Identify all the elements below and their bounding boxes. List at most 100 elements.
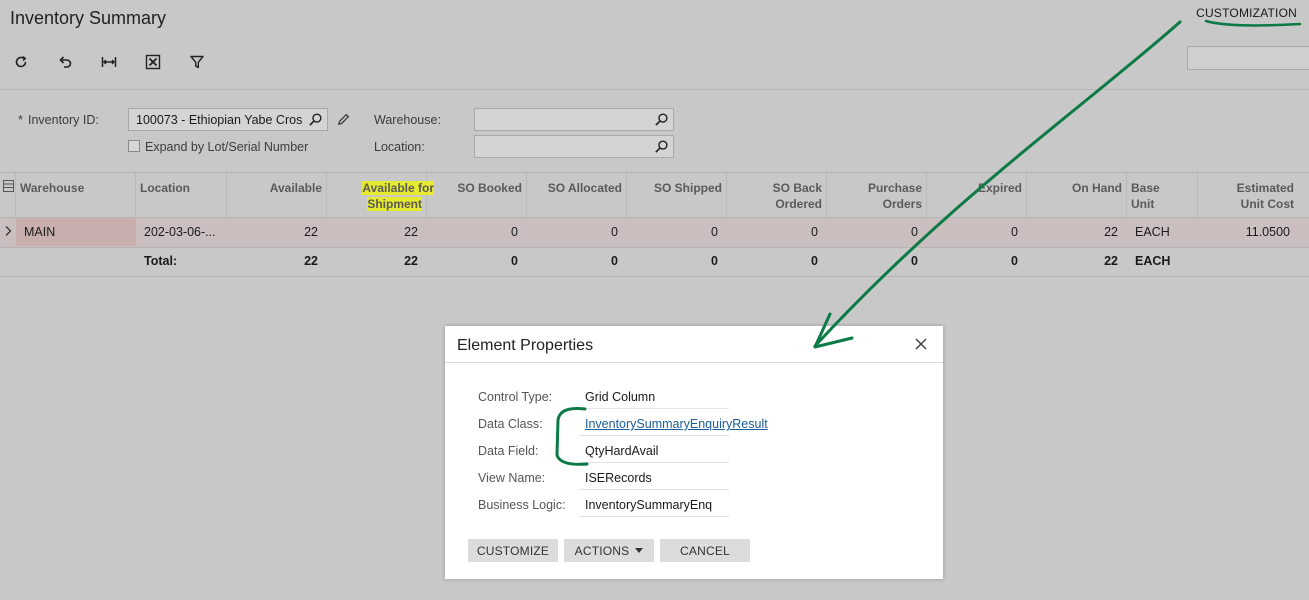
actions-button[interactable]: ACTIONS <box>564 539 654 562</box>
inventory-id-label: Inventory ID: <box>28 113 99 127</box>
total-purchase-orders: 0 <box>911 254 918 268</box>
required-marker: * <box>18 113 23 127</box>
total-so-back-ordered: 0 <box>811 254 818 268</box>
actions-label: ACTIONS <box>574 543 630 558</box>
top-search-input[interactable] <box>1187 46 1309 70</box>
refresh-icon[interactable] <box>11 52 31 72</box>
dialog-title: Element Properties <box>457 337 594 354</box>
col-header-line: Unit Cost <box>1240 197 1294 211</box>
cell-on-hand[interactable]: 22 <box>1026 225 1118 239</box>
col-header-purchase-orders[interactable]: Purchase Orders <box>826 180 922 212</box>
field-underline <box>579 408 729 409</box>
control-type-label: Control Type: <box>478 390 553 404</box>
business-logic-value: InventorySummaryEnq <box>585 498 713 512</box>
search-icon[interactable] <box>654 139 669 154</box>
customization-menu[interactable]: CUSTOMIZATION <box>1196 6 1297 20</box>
customize-button[interactable]: CUSTOMIZE <box>468 539 558 562</box>
warehouse-label: Warehouse: <box>374 113 441 127</box>
total-so-booked: 0 <box>511 254 518 268</box>
total-on-hand: 22 <box>1104 254 1118 268</box>
warehouse-field[interactable] <box>474 108 674 131</box>
col-header-line: SO Back <box>772 181 822 195</box>
expand-lot-serial-label: Expand by Lot/Serial Number <box>145 140 309 154</box>
col-header-so-allocated[interactable]: SO Allocated <box>526 180 622 196</box>
field-underline <box>579 516 729 517</box>
col-header-expired[interactable]: Expired <box>926 180 1022 196</box>
data-field-label: Data Field: <box>478 444 539 458</box>
column-separator <box>15 173 16 217</box>
expand-lot-serial-checkbox[interactable] <box>128 140 140 152</box>
element-properties-dialog: Element Properties Control Type: Grid Co… <box>445 326 943 579</box>
total-base-unit: EACH <box>1135 254 1171 268</box>
search-icon[interactable] <box>654 112 669 127</box>
cell-purchase-orders[interactable]: 0 <box>826 225 918 239</box>
control-type-value: Grid Column <box>585 390 656 404</box>
business-logic-label: Business Logic: <box>478 498 566 512</box>
annotation-underline <box>1204 19 1302 27</box>
chevron-right-icon[interactable] <box>4 225 12 237</box>
highlight-marker: Shipment <box>367 197 422 211</box>
grid-top-border <box>0 172 1309 173</box>
caret-down-icon <box>635 548 644 553</box>
field-underline <box>579 462 729 463</box>
col-header-location[interactable]: Location <box>140 180 190 196</box>
field-underline <box>579 435 729 436</box>
toolbar-divider <box>0 89 1309 90</box>
cell-base-unit[interactable]: EACH <box>1135 225 1170 239</box>
data-field-value: QtyHardAvail <box>585 444 659 458</box>
location-field[interactable] <box>474 135 674 158</box>
col-header-line: Unit <box>1131 197 1155 211</box>
total-so-shipped: 0 <box>711 254 718 268</box>
total-available-for-shipment: 22 <box>404 254 418 268</box>
cancel-button[interactable]: CANCEL <box>660 539 750 562</box>
cell-warehouse[interactable]: MAIN <box>24 225 55 239</box>
search-icon[interactable] <box>308 112 323 127</box>
view-name-value: ISERecords <box>585 471 652 485</box>
inventory-id-value: 100073 - Ethiopian Yabe Cros <box>136 113 303 127</box>
col-header-estimated-unit-cost[interactable]: Estimated Unit Cost <box>1197 180 1294 212</box>
cell-expired[interactable]: 0 <box>926 225 1018 239</box>
total-so-allocated: 0 <box>611 254 618 268</box>
cell-so-shipped[interactable]: 0 <box>626 225 718 239</box>
fit-to-width-icon[interactable] <box>99 52 119 72</box>
col-header-line: Estimated <box>1236 181 1294 195</box>
col-header-available[interactable]: Available <box>226 180 322 196</box>
col-header-so-back-ordered[interactable]: SO Back Ordered <box>726 180 822 212</box>
edit-pencil-icon[interactable] <box>336 112 351 127</box>
total-expired: 0 <box>1011 254 1018 268</box>
row-selector-icon[interactable] <box>3 180 14 192</box>
page-title: Inventory Summary <box>10 8 167 28</box>
location-label: Location: <box>374 140 425 154</box>
col-header-warehouse[interactable]: Warehouse <box>20 180 84 196</box>
field-underline <box>579 489 729 490</box>
filter-icon[interactable] <box>187 52 207 72</box>
col-header-line: Base <box>1131 181 1160 195</box>
highlight-marker: Available for <box>362 181 434 195</box>
col-header-so-booked[interactable]: SO Booked <box>426 180 522 196</box>
column-separator <box>135 173 136 217</box>
col-header-line: Orders <box>882 197 922 211</box>
data-class-label: Data Class: <box>478 417 543 431</box>
total-label: Total: <box>144 254 178 268</box>
col-header-available-for-shipment[interactable]: Available for Shipment <box>326 180 434 212</box>
cell-available[interactable]: 22 <box>226 225 318 239</box>
total-available: 22 <box>304 254 318 268</box>
col-header-on-hand[interactable]: On Hand <box>1026 180 1122 196</box>
cell-so-booked[interactable]: 0 <box>426 225 518 239</box>
cell-available-for-shipment[interactable]: 22 <box>326 225 418 239</box>
close-icon[interactable] <box>913 336 929 352</box>
cell-location[interactable]: 202-03-06-... <box>144 225 216 239</box>
cell-so-back-ordered[interactable]: 0 <box>726 225 818 239</box>
export-excel-icon[interactable] <box>143 52 163 72</box>
inventory-id-field[interactable]: 100073 - Ethiopian Yabe Cros <box>128 108 328 131</box>
data-class-link[interactable]: InventorySummaryEnquiryResult <box>585 417 768 431</box>
view-name-label: View Name: <box>478 471 546 485</box>
cell-so-allocated[interactable]: 0 <box>526 225 618 239</box>
col-header-so-shipped[interactable]: SO Shipped <box>626 180 722 196</box>
column-separator <box>1126 173 1127 217</box>
undo-icon[interactable] <box>55 52 75 72</box>
cell-estimated-unit-cost[interactable]: 11.0500 <box>1197 225 1290 239</box>
col-header-line: Ordered <box>775 197 822 211</box>
col-header-line: Purchase <box>867 181 922 195</box>
col-header-base-unit[interactable]: Base Unit <box>1131 180 1160 212</box>
